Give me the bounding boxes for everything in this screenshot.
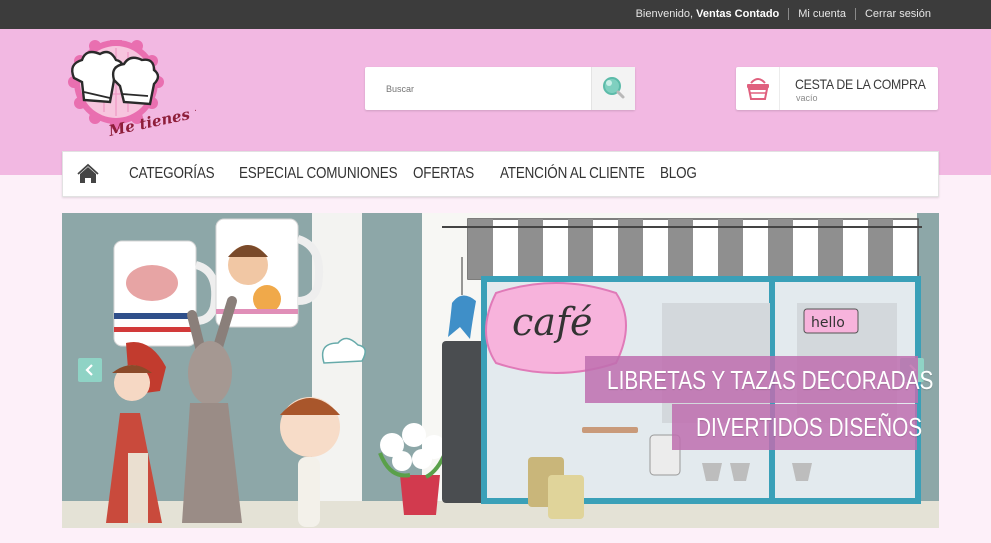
search-button[interactable] <box>591 67 635 110</box>
cafe-sign-text: café <box>512 300 593 344</box>
chevron-left-icon <box>85 364 93 376</box>
nav-item-ofertas[interactable]: OFERTAS <box>413 165 474 183</box>
welcome-text: Bienvenido, <box>635 8 694 20</box>
account-links: Bienvenido, Ventas Contado Mi cuenta Cer… <box>636 8 931 20</box>
search-icon <box>603 77 625 99</box>
home-icon <box>77 163 99 183</box>
logout-link[interactable]: Cerrar sesión <box>865 8 931 20</box>
main-nav: CATEGORÍAS ESPECIAL COMUNIONES OFERTAS A… <box>62 151 939 197</box>
search-input[interactable] <box>365 67 591 110</box>
slide-caption-primary: LIBRETAS Y TAZAS DECORADAS <box>585 356 933 403</box>
my-account-link[interactable]: Mi cuenta <box>798 8 846 20</box>
nav-item-categorias[interactable]: CATEGORÍAS <box>129 165 215 183</box>
awning-illustration <box>442 218 922 280</box>
cart-status: vacío <box>796 93 818 103</box>
basket-icon <box>747 78 769 100</box>
cart-title: CESTA DE LA COMPRA <box>795 76 926 92</box>
shopping-cart[interactable]: CESTA DE LA COMPRA vacío <box>736 67 938 110</box>
site-logo[interactable]: Me tienes tarta! <box>66 34 243 144</box>
hello-sign-text: hello <box>811 315 845 331</box>
search-box <box>365 67 635 110</box>
logo-graphic: Me tienes tarta! <box>68 34 243 140</box>
slide-caption-secondary: DIVERTIDOS DISEÑOS <box>672 404 922 450</box>
nav-item-atencion-al-cliente[interactable]: ATENCIÓN AL CLIENTE <box>500 165 645 183</box>
nav-item-blog[interactable]: BLOG <box>660 165 697 183</box>
slider-prev-button[interactable] <box>78 358 102 382</box>
nav-home[interactable] <box>63 152 113 196</box>
separator <box>788 8 790 20</box>
user-name: Ventas Contado <box>696 8 780 20</box>
cart-icon-box <box>736 67 780 110</box>
slide-caption-secondary-text: DIVERTIDOS DISEÑOS <box>696 412 923 442</box>
hero-slider: café hello LIBRETAS Y TAZAS DECORADAS DI… <box>62 213 939 528</box>
nav-item-especial-comuniones[interactable]: ESPECIAL COMUNIONES <box>239 165 398 183</box>
slide-caption-primary-text: LIBRETAS Y TAZAS DECORADAS <box>607 365 934 395</box>
top-bar: Bienvenido, Ventas Contado Mi cuenta Cer… <box>0 0 991 29</box>
separator <box>854 8 856 20</box>
